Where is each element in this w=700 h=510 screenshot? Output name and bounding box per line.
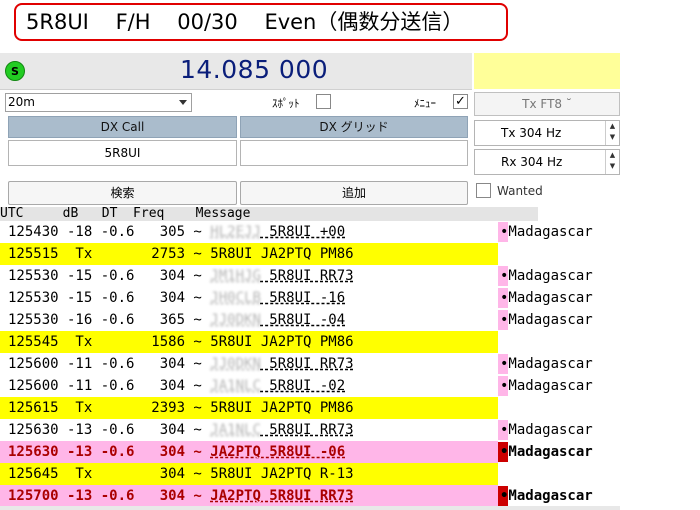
message-text: 5R8UI JA2PTQ PM86	[210, 334, 354, 350]
row-message: 125600 -11 -0.6 304 ~ JJ0DKN 5R8UI RR73	[0, 353, 498, 375]
table-row[interactable]: 125615 Tx 2393 ~ 5R8UI JA2PTQ PM86	[0, 397, 620, 419]
dx-grid-input[interactable]	[240, 140, 468, 166]
menu-label: ﾒﾆｭｰ	[414, 97, 436, 110]
row-message: 125700 -13 -0.6 304 ~ JA2PTQ 5R8UI RR73	[0, 485, 498, 507]
row-message: 125645 Tx 304 ~ 5R8UI JA2PTQ R-13	[0, 463, 498, 485]
row-message: 125600 -11 -0.6 304 ~ JA1NLC 5R8UI -02	[0, 375, 498, 397]
chevron-down-icon	[179, 100, 187, 105]
country-label: •Madagascar	[500, 290, 593, 306]
row-message: 125630 -13 -0.6 304 ~ JA2PTQ 5R8UI -06	[0, 441, 498, 463]
message-text: 5R8UI RR73	[260, 268, 354, 284]
menu-checkbox[interactable]: ✓	[453, 94, 468, 109]
row-fields: 125700 -13 -0.6 304 ~	[8, 488, 211, 504]
redacted-callsign: HL2EJJ	[210, 224, 261, 240]
band-value: 20m	[8, 95, 35, 109]
redacted-callsign: JJ0DKN	[210, 312, 261, 328]
country-label: •Madagascar	[500, 378, 593, 394]
table-row[interactable]: 125530 -15 -0.6 304 ~ JH0CLB 5R8UI -16 •M…	[0, 287, 620, 309]
message-text: 5R8UI -02	[260, 378, 346, 394]
wanted-label: Wanted	[497, 184, 543, 198]
table-row[interactable]: 125630 -13 -0.6 304 ~ JA2PTQ 5R8UI -06 •M…	[0, 441, 620, 463]
row-message: 125630 -13 -0.6 304 ~ JA1NLC 5R8UI RR73	[0, 419, 498, 441]
row-fields: 125630 -13 -0.6 304 ~	[8, 444, 211, 460]
message-text: 5R8UI RR73	[260, 422, 354, 438]
message-text: JA2PTQ 5R8UI RR73	[210, 488, 354, 504]
dx-call-header: DX Call	[8, 116, 237, 138]
message-text: 5R8UI RR73	[260, 356, 354, 372]
table-row[interactable]: 125530 -15 -0.6 304 ~ JM1HJG 5R8UI RR73 •…	[0, 265, 620, 287]
row-fields: 125600 -11 -0.6 304 ~	[8, 378, 211, 394]
spot-checkbox[interactable]	[316, 94, 331, 109]
row-fields: 125530 -16 -0.6 365 ~	[8, 312, 211, 328]
row-fields: 125615 Tx 2393 ~	[8, 400, 211, 416]
spot-label: ｽﾎﾟｯﾄ	[272, 97, 300, 110]
row-fields: 125530 -15 -0.6 304 ~	[8, 290, 211, 306]
message-text: 5R8UI +00	[260, 224, 346, 240]
message-text: 5R8UI JA2PTQ PM86	[210, 400, 354, 416]
callsign-banner: 5R8UI F/H 00/30 Even（偶数分送信）	[14, 3, 508, 41]
row-fields: 125530 -15 -0.6 304 ~	[8, 268, 211, 284]
country-label: •Madagascar	[500, 422, 593, 438]
row-message: 125530 -16 -0.6 365 ~ JJ0DKN 5R8UI -04	[0, 309, 498, 331]
row-fields: 125645 Tx 304 ~	[8, 466, 211, 482]
message-text: 5R8UI JA2PTQ R-13	[210, 466, 354, 482]
message-text: 5R8UI -04	[260, 312, 346, 328]
row-fields: 125515 Tx 2753 ~	[8, 246, 211, 262]
search-button[interactable]: 検索	[8, 181, 237, 205]
table-row[interactable]: 125600 -11 -0.6 304 ~ JA1NLC 5R8UI -02 •M…	[0, 375, 620, 397]
row-fields: 125600 -11 -0.6 304 ~	[8, 356, 211, 372]
redacted-callsign: JA1NLC	[210, 422, 261, 438]
redacted-callsign: JH0CLB	[210, 290, 261, 306]
tx-mode-button[interactable]: Tx FT8 ˘	[474, 92, 620, 116]
table-row[interactable]: 125630 -13 -0.6 304 ~ JA1NLC 5R8UI RR73 •…	[0, 419, 620, 441]
table-row[interactable]: 125600 -11 -0.6 304 ~ JJ0DKN 5R8UI RR73 •…	[0, 353, 620, 375]
status-s-icon[interactable]: S	[5, 61, 25, 81]
redacted-callsign: JA1NLC	[210, 378, 261, 394]
rx-frequency-value: Rx 304 Hz	[501, 155, 563, 169]
message-text: JA2PTQ 5R8UI -06	[210, 444, 346, 460]
message-text: 5R8UI -16	[260, 290, 346, 306]
row-fields: 125430 -18 -0.6 305 ~	[8, 224, 211, 240]
row-message: 125530 -15 -0.6 304 ~ JH0CLB 5R8UI -16	[0, 287, 498, 309]
row-message: 125515 Tx 2753 ~ 5R8UI JA2PTQ PM86	[0, 243, 498, 265]
add-button[interactable]: 追加	[240, 181, 468, 205]
table-row[interactable]: 125645 Tx 304 ~ 5R8UI JA2PTQ R-13	[0, 463, 620, 485]
row-message: 125545 Tx 1586 ~ 5R8UI JA2PTQ PM86	[0, 331, 498, 353]
country-label: •Madagascar	[500, 268, 593, 284]
dx-call-input[interactable]: 5R8UI	[8, 140, 237, 166]
row-message: 125430 -18 -0.6 305 ~ HL2EJJ 5R8UI +00	[0, 221, 498, 243]
message-text: 5R8UI JA2PTQ PM86	[210, 246, 354, 262]
tx-frequency-spinbox[interactable]: Tx 304 Hz ▲ ▼	[474, 120, 620, 146]
band-select[interactable]: 20m	[5, 93, 192, 112]
tx-frequency-value: Tx 304 Hz	[501, 126, 562, 140]
dx-grid-header: DX グリッド	[240, 116, 468, 138]
decode-table-header: UTC dB DT Freq Message	[0, 207, 538, 221]
row-message: 125530 -15 -0.6 304 ~ JM1HJG 5R8UI RR73	[0, 265, 498, 287]
rx-frequency-spinbox[interactable]: Rx 304 Hz ▲ ▼	[474, 149, 620, 175]
frequency-display: 14.085 000	[180, 55, 329, 84]
row-fields: 125630 -13 -0.6 304 ~	[8, 422, 211, 438]
row-fields: 125545 Tx 1586 ~	[8, 334, 211, 350]
table-row[interactable]: 125530 -16 -0.6 365 ~ JJ0DKN 5R8UI -04 •M…	[0, 309, 620, 331]
country-label: •Madagascar	[500, 312, 593, 328]
redacted-callsign: JM1HJG	[210, 268, 261, 284]
country-label: •Madagascar	[500, 488, 593, 504]
table-row[interactable]: 125545 Tx 1586 ~ 5R8UI JA2PTQ PM86	[0, 331, 620, 353]
wanted-checkbox[interactable]	[476, 183, 491, 198]
spin-arrows-icon[interactable]: ▲ ▼	[605, 150, 619, 174]
table-row[interactable]: 125700 -13 -0.6 304 ~ JA2PTQ 5R8UI RR73 •…	[0, 485, 620, 507]
table-row[interactable]: 125515 Tx 2753 ~ 5R8UI JA2PTQ PM86	[0, 243, 620, 265]
bottom-divider	[0, 506, 620, 510]
country-label: •Madagascar	[500, 356, 593, 372]
redacted-callsign: JJ0DKN	[210, 356, 261, 372]
tx-status-panel	[474, 53, 620, 89]
row-message: 125615 Tx 2393 ~ 5R8UI JA2PTQ PM86	[0, 397, 498, 419]
spin-arrows-icon[interactable]: ▲ ▼	[605, 121, 619, 145]
country-label: •Madagascar	[500, 444, 593, 460]
country-label: •Madagascar	[500, 224, 593, 240]
table-row[interactable]: 125430 -18 -0.6 305 ~ HL2EJJ 5R8UI +00 •M…	[0, 221, 620, 243]
